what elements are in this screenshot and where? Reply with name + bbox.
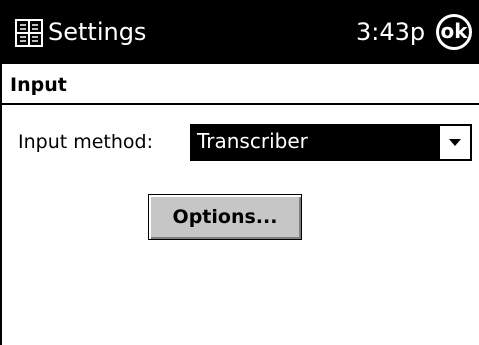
chevron-down-icon bbox=[449, 139, 461, 146]
window-title: Settings bbox=[48, 18, 147, 46]
divider bbox=[0, 103, 479, 105]
window-border bbox=[0, 64, 2, 345]
input-method-value[interactable]: Transcriber bbox=[194, 126, 439, 159]
windows-flag-icon[interactable] bbox=[14, 18, 44, 48]
page-title: Input bbox=[10, 74, 67, 96]
clock[interactable]: 3:43p bbox=[356, 12, 425, 52]
section-header: Input bbox=[0, 64, 479, 106]
dropdown-arrow-button[interactable] bbox=[440, 126, 470, 159]
ok-button[interactable]: ok bbox=[436, 14, 472, 50]
options-button[interactable]: Options... bbox=[148, 194, 302, 240]
title-bar: Settings 3:43p ok bbox=[0, 0, 479, 64]
input-method-dropdown[interactable]: Transcriber bbox=[190, 124, 472, 161]
input-method-label: Input method: bbox=[18, 131, 154, 153]
